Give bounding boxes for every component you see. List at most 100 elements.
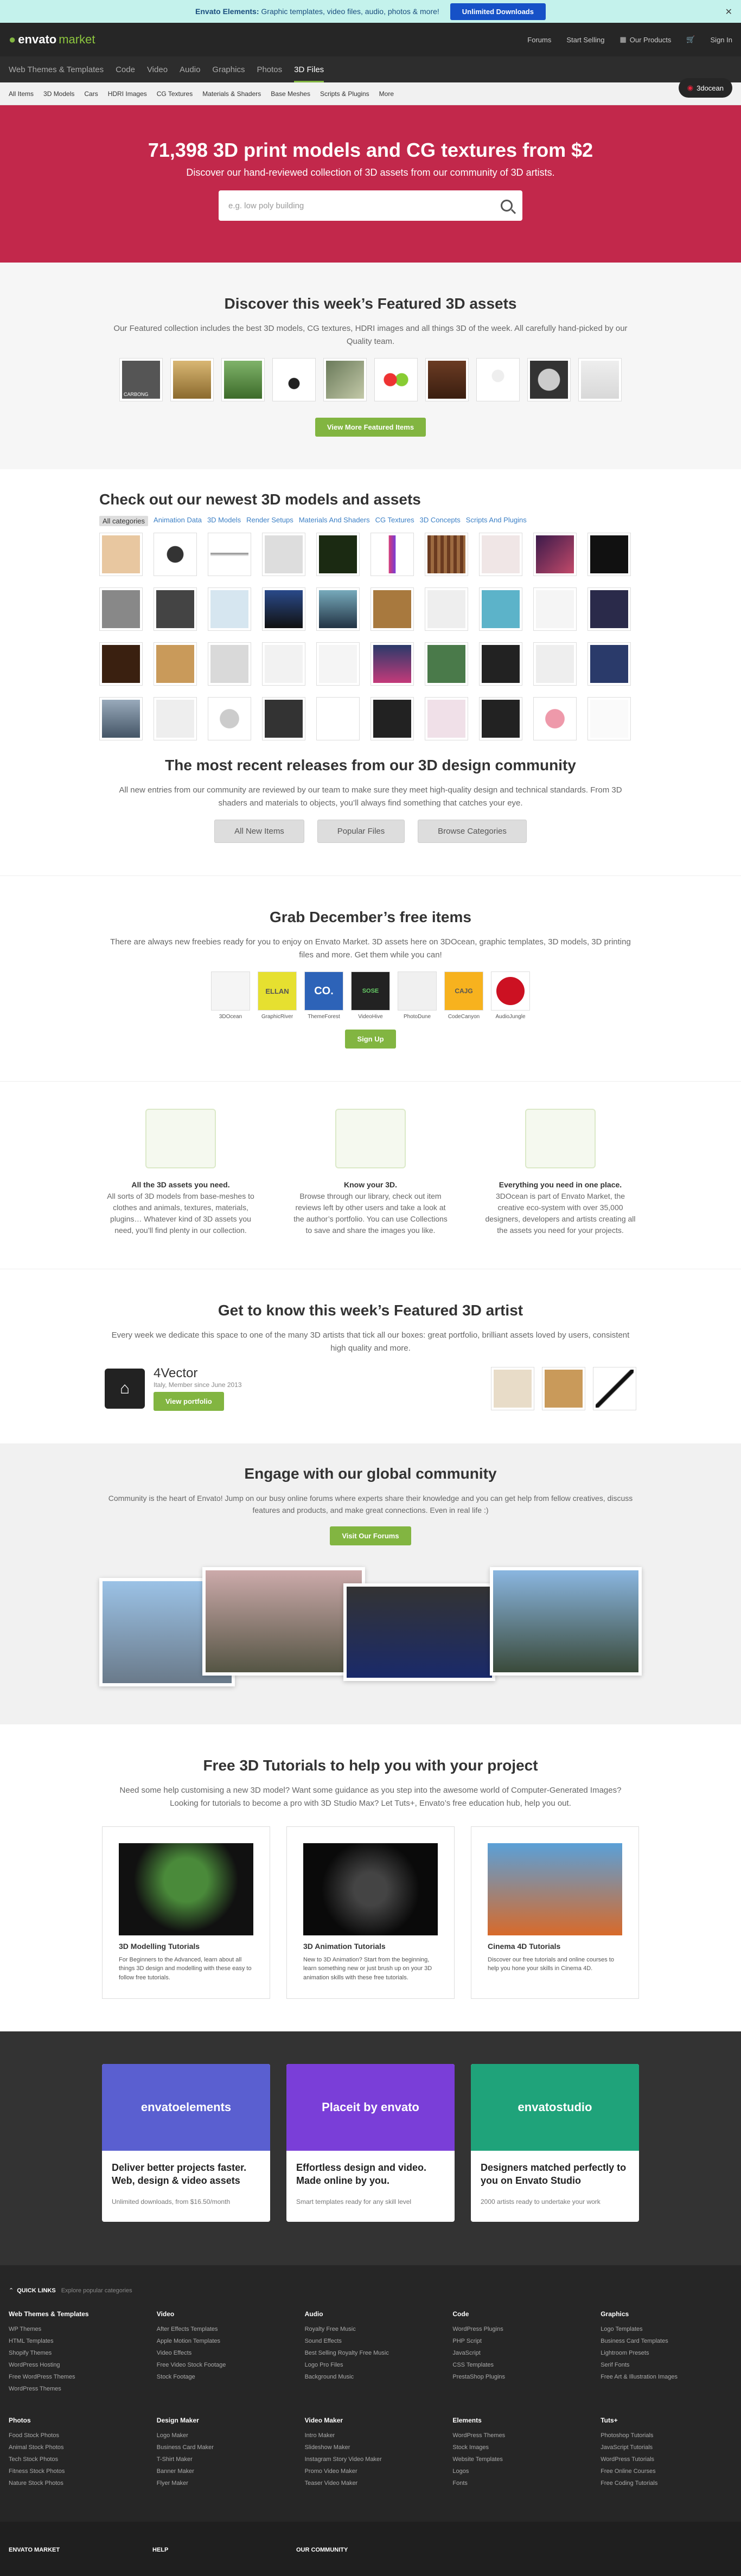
filter-3d-concepts[interactable]: 3D Concepts — [420, 516, 461, 526]
item-thumb[interactable] — [99, 697, 143, 740]
subnav-cg-textures[interactable]: CG Textures — [157, 90, 193, 98]
filter-animation[interactable]: Animation Data — [154, 516, 202, 526]
filter-render-setups[interactable]: Render Setups — [246, 516, 293, 526]
item-thumb[interactable] — [425, 697, 468, 740]
item-thumb[interactable] — [99, 533, 143, 576]
quick-link[interactable]: Fonts — [452, 2477, 584, 2489]
nav-audio[interactable]: Audio — [180, 65, 200, 74]
quick-link[interactable]: JavaScript Tutorials — [601, 2441, 732, 2453]
view-more-featured-button[interactable]: View More Featured Items — [315, 418, 426, 437]
quick-link[interactable]: Sound Effects — [305, 2335, 437, 2347]
quick-link[interactable]: Tech Stock Photos — [9, 2453, 140, 2465]
quick-link[interactable]: Instagram Story Video Maker — [305, 2453, 437, 2465]
item-thumb[interactable] — [262, 533, 305, 576]
quick-link[interactable]: Shopify Themes — [9, 2347, 140, 2359]
quick-link[interactable]: JavaScript — [452, 2347, 584, 2359]
item-thumb[interactable] — [425, 642, 468, 686]
quick-link[interactable]: Logos — [452, 2465, 584, 2477]
nav-code[interactable]: Code — [116, 65, 135, 74]
item-thumb[interactable] — [262, 697, 305, 740]
subnav-3d-models[interactable]: 3D Models — [43, 90, 74, 98]
nav-photos[interactable]: Photos — [257, 65, 282, 74]
quick-link[interactable]: Logo Pro Files — [305, 2359, 437, 2371]
quick-link[interactable]: Animal Stock Photos — [9, 2441, 140, 2453]
filter-cg-textures[interactable]: CG Textures — [375, 516, 414, 526]
item-thumb[interactable] — [316, 533, 360, 576]
nav-graphics[interactable]: Graphics — [212, 65, 245, 74]
subnav-scripts[interactable]: Scripts & Plugins — [320, 90, 369, 98]
nav-3d-files[interactable]: 3D Files — [294, 57, 324, 82]
artist-thumb[interactable] — [542, 1366, 585, 1410]
item-thumb[interactable] — [425, 587, 468, 631]
quick-link[interactable]: Best Selling Royalty Free Music — [305, 2347, 437, 2359]
quick-link[interactable]: WordPress Hosting — [9, 2359, 140, 2371]
quick-link[interactable]: Slideshow Maker — [305, 2441, 437, 2453]
quick-link[interactable]: Intro Maker — [305, 2430, 437, 2441]
subnav-base-meshes[interactable]: Base Meshes — [271, 90, 310, 98]
quick-link[interactable]: T-Shirt Maker — [157, 2453, 289, 2465]
featured-thumb[interactable] — [578, 358, 622, 401]
quick-link[interactable]: PrestaShop Plugins — [452, 2371, 584, 2383]
featured-thumb[interactable] — [272, 358, 316, 401]
item-thumb[interactable] — [479, 533, 522, 576]
quick-link[interactable]: Background Music — [305, 2371, 437, 2383]
all-new-items-button[interactable]: All New Items — [214, 820, 304, 843]
sign-in-link[interactable]: Sign In — [711, 36, 732, 44]
close-icon[interactable]: ✕ — [725, 7, 732, 17]
quick-link[interactable]: Free Online Courses — [601, 2465, 732, 2477]
free-item[interactable]: PhotoDune — [398, 971, 437, 1020]
free-item[interactable]: ELLAN GraphicRiver — [258, 971, 297, 1020]
promo-card-elements[interactable]: envatoelements Deliver better projects f… — [102, 2064, 270, 2222]
subnav-materials[interactable]: Materials & Shaders — [202, 90, 261, 98]
free-item[interactable]: CAJG CodeCanyon — [444, 971, 483, 1020]
subnav-cars[interactable]: Cars — [84, 90, 98, 98]
tutorial-card[interactable]: Cinema 4D Tutorials Discover our free tut… — [471, 1826, 639, 1999]
filter-3d-models[interactable]: 3D Models — [207, 516, 241, 526]
quick-link[interactable]: Website Templates — [452, 2453, 584, 2465]
item-thumb[interactable] — [587, 642, 631, 686]
quick-link[interactable]: Business Card Maker — [157, 2441, 289, 2453]
nav-web-themes[interactable]: Web Themes & Templates — [9, 65, 104, 74]
item-thumb[interactable] — [370, 697, 414, 740]
search-input[interactable]: e.g. low poly building — [219, 190, 522, 221]
free-item[interactable]: 3DOcean — [211, 971, 250, 1020]
cart-button[interactable]: 🛒 — [686, 35, 695, 44]
item-thumb[interactable] — [262, 642, 305, 686]
quick-link[interactable]: WP Themes — [9, 2323, 140, 2335]
quick-link[interactable]: CSS Templates — [452, 2359, 584, 2371]
subnav-all-items[interactable]: All Items — [9, 90, 34, 98]
quick-link[interactable]: Flyer Maker — [157, 2477, 289, 2489]
free-item[interactable]: AudioJungle — [491, 971, 530, 1020]
item-thumb[interactable] — [533, 533, 577, 576]
featured-thumb[interactable] — [170, 358, 214, 401]
item-thumb[interactable] — [154, 642, 197, 686]
quick-link[interactable]: Stock Images — [452, 2441, 584, 2453]
item-thumb[interactable] — [208, 642, 251, 686]
item-thumb[interactable] — [479, 642, 522, 686]
item-thumb[interactable] — [99, 642, 143, 686]
visit-forums-button[interactable]: Visit Our Forums — [330, 1526, 411, 1545]
quick-link[interactable]: Banner Maker — [157, 2465, 289, 2477]
item-thumb[interactable] — [316, 642, 360, 686]
envato-market-logo[interactable]: ● envato market — [9, 33, 95, 47]
quick-link[interactable]: Free Coding Tutorials — [601, 2477, 732, 2489]
filter-materials[interactable]: Materials And Shaders — [299, 516, 370, 526]
item-thumb[interactable] — [262, 587, 305, 631]
item-thumb[interactable] — [479, 587, 522, 631]
quick-link[interactable]: Apple Motion Templates — [157, 2335, 289, 2347]
tutorial-card[interactable]: 3D Animation Tutorials New to 3D Animatio… — [286, 1826, 455, 1999]
item-thumb[interactable] — [533, 697, 577, 740]
browse-categories-button[interactable]: Browse Categories — [418, 820, 527, 843]
promo-card-studio[interactable]: envatostudio Designers matched perfectly… — [471, 2064, 639, 2222]
3docean-badge[interactable]: ◉ 3docean — [678, 78, 732, 98]
subnav-hdri[interactable]: HDRI Images — [108, 90, 147, 98]
quick-link[interactable]: Lightroom Presets — [601, 2347, 732, 2359]
quick-link[interactable]: WordPress Themes — [9, 2383, 140, 2395]
item-thumb[interactable] — [533, 587, 577, 631]
sign-up-button[interactable]: Sign Up — [345, 1030, 396, 1049]
item-thumb[interactable] — [370, 587, 414, 631]
nav-video[interactable]: Video — [147, 65, 168, 74]
item-thumb[interactable] — [587, 533, 631, 576]
item-thumb[interactable] — [99, 587, 143, 631]
popular-files-button[interactable]: Popular Files — [317, 820, 405, 843]
